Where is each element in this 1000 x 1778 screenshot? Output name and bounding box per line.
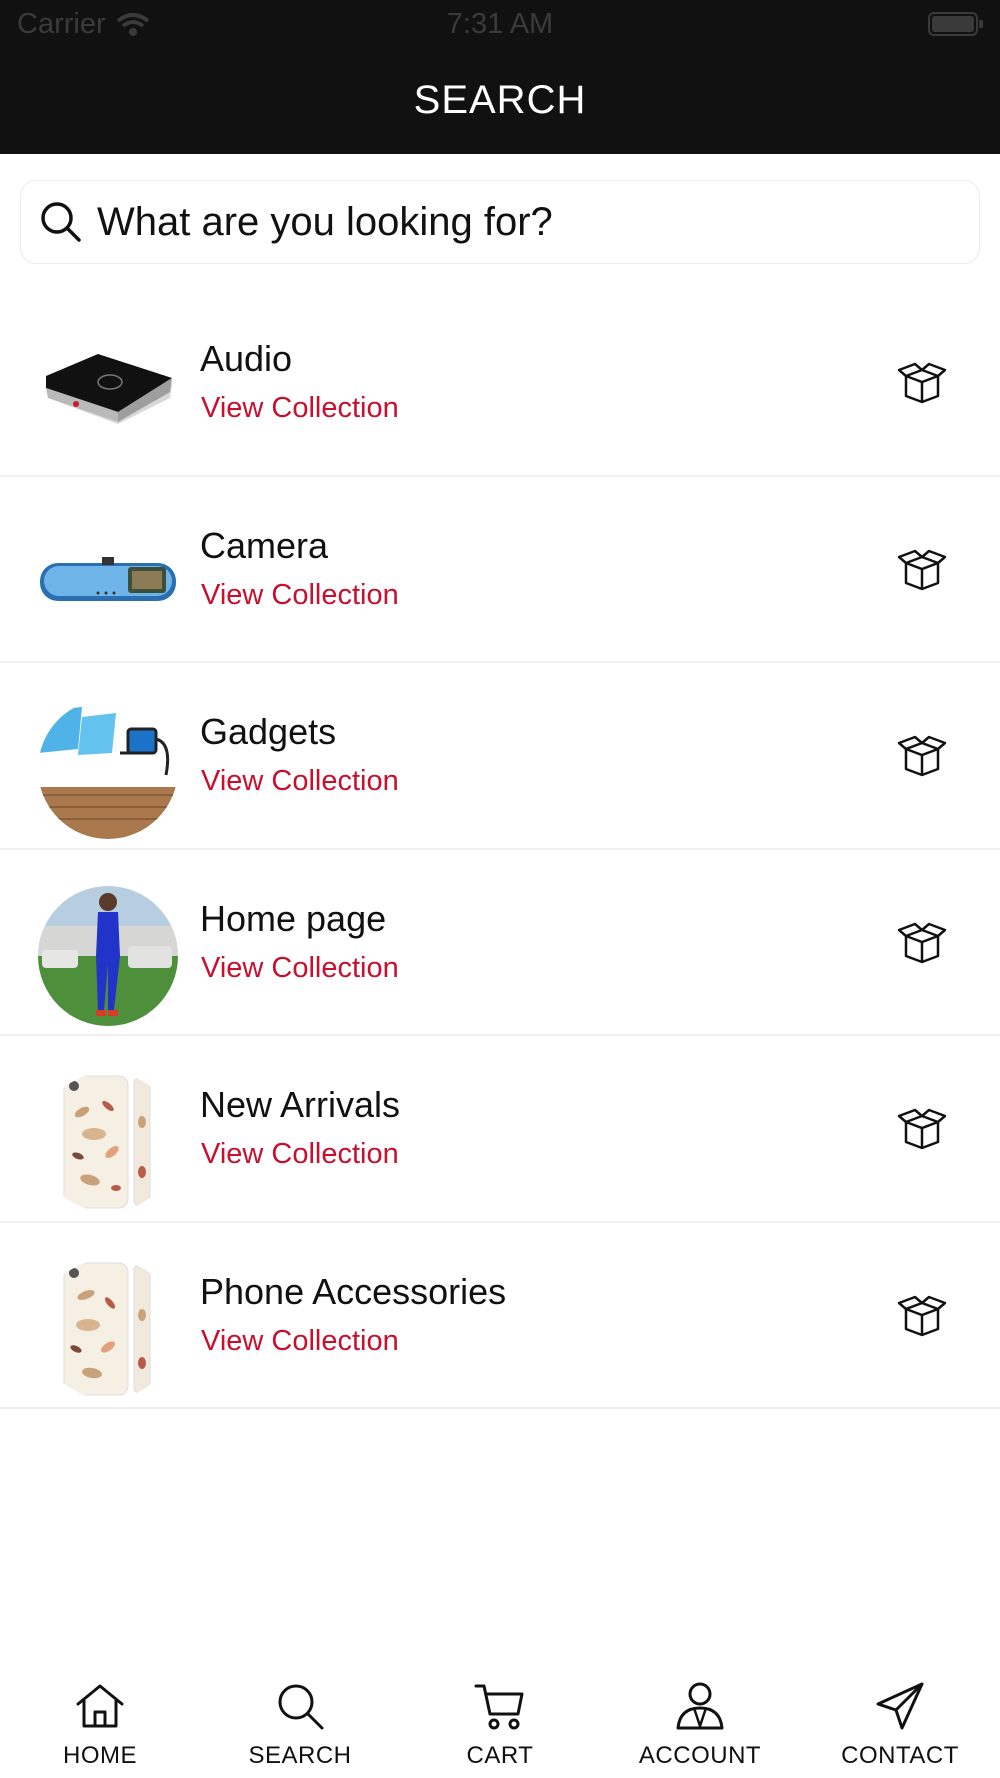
tab-home-label: HOME (63, 1742, 137, 1769)
tab-cart[interactable]: CART (400, 1660, 600, 1778)
collection-thumbnail (38, 512, 178, 653)
view-collection-link[interactable]: View Collection (201, 952, 399, 985)
tab-cart-label: CART (466, 1742, 534, 1769)
search-input[interactable] (97, 199, 917, 245)
collection-title: New Arrivals (200, 1084, 401, 1125)
collection-title: Camera (200, 524, 329, 566)
list-item[interactable]: Home page View Collection (0, 850, 1000, 1036)
box-icon[interactable] (896, 1293, 948, 1337)
status-time: 7:31 AM (446, 8, 554, 40)
box-icon[interactable] (896, 733, 948, 777)
collection-thumbnail (38, 1072, 178, 1212)
tab-bar: HOME SEARCH CART ACCOUNT CONTACT (0, 1660, 1000, 1778)
list-item[interactable]: New Arrivals View Collection (0, 1036, 1000, 1223)
collection-thumbnail (38, 326, 178, 466)
search-icon (278, 1684, 324, 1730)
tab-contact[interactable]: CONTACT (800, 1660, 1000, 1778)
list-item[interactable]: Gadgets View Collection (0, 663, 1000, 850)
box-icon[interactable] (896, 360, 948, 404)
search-bar[interactable] (20, 180, 980, 264)
box-icon[interactable] (896, 547, 948, 591)
cart-icon (474, 1684, 524, 1730)
page-title: SEARCH (413, 78, 587, 122)
collection-title: Audio (200, 338, 293, 379)
tab-account-label: ACCOUNT (638, 1742, 762, 1769)
view-collection-link[interactable]: View Collection (201, 765, 399, 798)
account-icon (676, 1682, 724, 1730)
battery-icon (928, 12, 983, 36)
send-icon (876, 1682, 924, 1730)
tab-home[interactable]: HOME (0, 1660, 200, 1778)
tab-contact-label: CONTACT (841, 1742, 959, 1769)
view-collection-link[interactable]: View Collection (201, 1325, 399, 1358)
tab-search-label: SEARCH (248, 1742, 352, 1769)
view-collection-link[interactable]: View Collection (201, 1138, 399, 1171)
list-item[interactable]: Audio View Collection (0, 290, 1000, 477)
box-icon[interactable] (896, 920, 948, 964)
home-icon (76, 1684, 124, 1728)
collection-title: Home page (200, 897, 387, 939)
collection-title: Phone Accessories (200, 1270, 507, 1312)
collection-list: Audio View Collection Camera View Collec… (0, 290, 1000, 1409)
collection-thumbnail (38, 699, 178, 839)
search-icon (41, 202, 81, 242)
box-icon[interactable] (896, 1106, 948, 1150)
view-collection-link[interactable]: View Collection (201, 392, 399, 425)
collection-thumbnail (38, 1258, 178, 1399)
tab-account[interactable]: ACCOUNT (600, 1660, 800, 1778)
view-collection-link[interactable]: View Collection (201, 579, 399, 612)
list-item[interactable]: Phone Accessories View Collection (0, 1223, 1000, 1409)
header-bar: Carrier 7:31 AM SEARCH (0, 0, 1000, 154)
list-item[interactable]: Camera View Collection (0, 477, 1000, 663)
collection-thumbnail (38, 885, 178, 1026)
tab-search[interactable]: SEARCH (200, 1660, 400, 1778)
status-bar: Carrier 7:31 AM (0, 0, 1000, 50)
collection-title: Gadgets (200, 711, 337, 752)
